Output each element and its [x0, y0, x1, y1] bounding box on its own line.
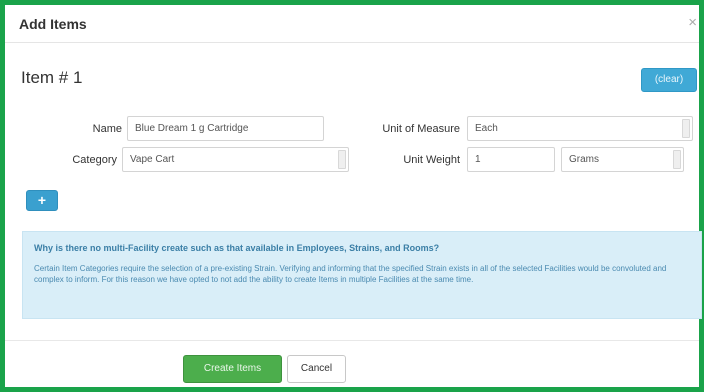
category-select[interactable]: Vape Cart [122, 147, 349, 172]
select-arrow-icon [673, 150, 681, 169]
unit-weight-input[interactable]: 1 [467, 147, 555, 172]
plus-icon: + [37, 192, 47, 208]
category-label: Category [72, 154, 117, 166]
category-value: Vape Cart [130, 154, 175, 165]
info-alert: Why is there no multi-Facility create su… [22, 231, 702, 319]
dialog-highlight-frame [0, 0, 704, 392]
weight-unit-select[interactable]: Grams [561, 147, 684, 172]
dialog-header: Add Items × [5, 5, 699, 43]
select-arrow-icon [338, 150, 346, 169]
info-heading: Why is there no multi-Facility create su… [34, 243, 440, 253]
name-input[interactable]: Blue Dream 1 g Cartridge [127, 116, 324, 141]
item-heading: Item # 1 [21, 68, 83, 87]
info-body: Certain Item Categories require the sele… [34, 264, 667, 284]
clear-button[interactable]: (clear) [641, 68, 697, 92]
unit-of-measure-select[interactable]: Each [467, 116, 693, 141]
select-arrow-icon [682, 119, 690, 138]
add-item-button[interactable]: + [26, 190, 58, 211]
create-items-button[interactable]: Create Items [183, 355, 282, 383]
dialog-title: Add Items [19, 16, 87, 32]
unit-of-measure-value: Each [475, 123, 498, 134]
footer-divider [5, 340, 699, 341]
cancel-button[interactable]: Cancel [287, 355, 346, 383]
weight-unit-value: Grams [569, 154, 599, 165]
close-icon[interactable]: × [688, 15, 697, 30]
unit-of-measure-label: Unit of Measure [382, 123, 460, 135]
unit-weight-label: Unit Weight [403, 154, 460, 166]
name-label: Name [92, 123, 122, 135]
